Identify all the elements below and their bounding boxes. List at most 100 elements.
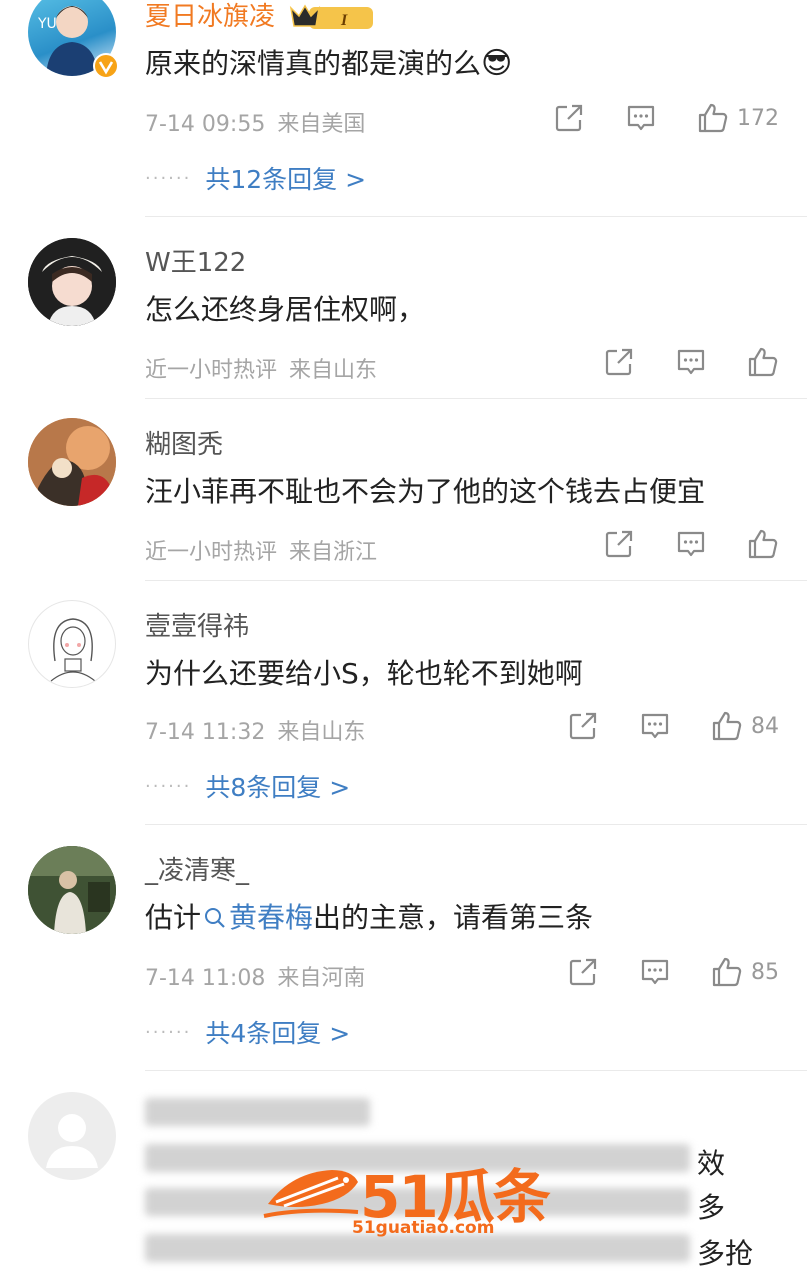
thumbs-up-icon	[711, 710, 743, 742]
avatar[interactable]	[28, 1092, 116, 1180]
avatar-image	[28, 238, 116, 326]
share-icon	[553, 102, 585, 134]
avatar[interactable]	[28, 418, 116, 506]
reply-button[interactable]	[639, 710, 671, 742]
comment-icon	[639, 956, 671, 988]
like-button[interactable]	[747, 346, 779, 378]
comment-meta: 近一小时热评 来自山东	[145, 352, 377, 384]
svg-text:I: I	[340, 12, 348, 29]
share-icon	[567, 956, 599, 988]
comment-icon	[675, 346, 707, 378]
username-text[interactable]: 夏日冰旗凌	[145, 2, 275, 32]
avatar[interactable]	[28, 238, 116, 326]
comment-text: 估计 黄春梅出的主意，请看第三条	[145, 901, 594, 934]
comment-text-fragment: 效	[697, 1147, 726, 1180]
dots-icon: ······	[145, 1021, 192, 1043]
share-icon	[603, 528, 635, 560]
comment-icon	[675, 528, 707, 560]
comment-location: 来自山东	[277, 720, 366, 745]
comment-icon	[625, 102, 657, 134]
share-icon	[603, 346, 635, 378]
thumbs-up-icon	[747, 528, 779, 560]
thumbs-up-icon	[697, 102, 729, 134]
avatar-image	[28, 846, 116, 934]
like-count: 84	[751, 713, 779, 739]
thumbs-up-icon	[747, 346, 779, 378]
reply-button[interactable]	[639, 956, 671, 988]
svg-text:YU: YU	[37, 16, 57, 32]
share-button[interactable]	[603, 528, 635, 560]
share-button[interactable]	[567, 956, 599, 988]
username[interactable]: 夏日冰旗凌 I	[145, 0, 375, 33]
comment-text-fragment: 多抢	[697, 1237, 754, 1270]
watermark: 51瓜条 51guatiao.com	[262, 1148, 552, 1240]
topic-search-link[interactable]: 黄春梅	[201, 901, 313, 934]
sunglasses-emoji-icon: 😎	[481, 46, 513, 81]
dots-icon: ······	[145, 167, 192, 189]
comment-text: 为什么还要给小S，轮也轮不到她啊	[145, 657, 583, 690]
share-button[interactable]	[603, 346, 635, 378]
divider	[145, 580, 807, 581]
reply-button[interactable]	[675, 528, 707, 560]
blurred-username	[145, 1098, 370, 1126]
fish-logo-icon	[263, 1170, 359, 1218]
comment-actions	[603, 528, 779, 560]
share-button[interactable]	[567, 710, 599, 742]
username[interactable]: 糊图秃	[145, 424, 223, 461]
comment-location: 来自浙江	[289, 540, 378, 565]
replies-label[interactable]: 共4条回复 >	[205, 1014, 350, 1050]
like-button[interactable]	[747, 528, 779, 560]
reply-button[interactable]	[625, 102, 657, 134]
watermark-url: 51guatiao.com	[352, 1218, 495, 1238]
username[interactable]: 壹壹得祎	[145, 606, 249, 643]
vip-badge-icon: I	[290, 4, 374, 29]
username[interactable]: W王122	[145, 242, 246, 279]
comment-time: 7-14 09:55	[145, 112, 266, 137]
divider	[145, 824, 807, 825]
share-icon	[567, 710, 599, 742]
avatar[interactable]	[28, 846, 116, 934]
username[interactable]: _凌清寒_	[145, 850, 249, 887]
avatar-image	[50, 618, 96, 682]
view-replies-link[interactable]: ······ 共8条回复 >	[145, 768, 350, 804]
verified-icon	[93, 53, 119, 79]
comment-text: 怎么还终身居住权啊，	[145, 293, 426, 326]
comment-meta: 7-14 11:08 来自河南	[145, 960, 365, 992]
thumbs-up-icon	[711, 956, 743, 988]
like-button[interactable]: 85	[711, 956, 779, 988]
comment-actions	[603, 346, 779, 378]
replies-label[interactable]: 共8条回复 >	[205, 768, 350, 804]
comment-icon	[639, 710, 671, 742]
comment-location: 来自河南	[277, 966, 366, 991]
comment-time: 7-14 11:08	[145, 966, 266, 991]
reply-button[interactable]	[675, 346, 707, 378]
default-avatar-icon	[46, 1114, 98, 1168]
comment-location: 来自美国	[277, 112, 366, 137]
comment-text: 汪小菲再不耻也不会为了他的这个钱去占便宜	[145, 475, 706, 508]
divider	[145, 216, 807, 217]
comment-meta: 近一小时热评 来自浙江	[145, 534, 377, 566]
comment-time: 近一小时热评	[145, 540, 278, 565]
view-replies-link[interactable]: ······ 共12条回复 >	[145, 160, 366, 196]
comment-actions: 172	[553, 102, 779, 134]
share-button[interactable]	[553, 102, 585, 134]
avatar[interactable]	[28, 600, 116, 688]
comment-actions: 84	[567, 710, 779, 742]
comment-actions: 85	[567, 956, 779, 988]
divider	[145, 1070, 807, 1071]
like-count: 85	[751, 959, 779, 985]
like-button[interactable]: 84	[711, 710, 779, 742]
search-icon	[205, 908, 225, 928]
comment-text-fragment: 多	[697, 1191, 726, 1224]
like-button[interactable]: 172	[697, 102, 779, 134]
dots-icon: ······	[145, 775, 192, 797]
comment-time: 7-14 11:32	[145, 720, 266, 745]
replies-label[interactable]: 共12条回复 >	[205, 160, 366, 196]
divider	[145, 398, 807, 399]
comment-time: 近一小时热评	[145, 358, 278, 383]
view-replies-link[interactable]: ······ 共4条回复 >	[145, 1014, 350, 1050]
like-count: 172	[737, 105, 779, 131]
comment-meta: 7-14 09:55 来自美国	[145, 106, 365, 138]
avatar-image	[28, 418, 116, 506]
comment-text: 原来的深情真的都是演的么😎	[145, 46, 513, 81]
